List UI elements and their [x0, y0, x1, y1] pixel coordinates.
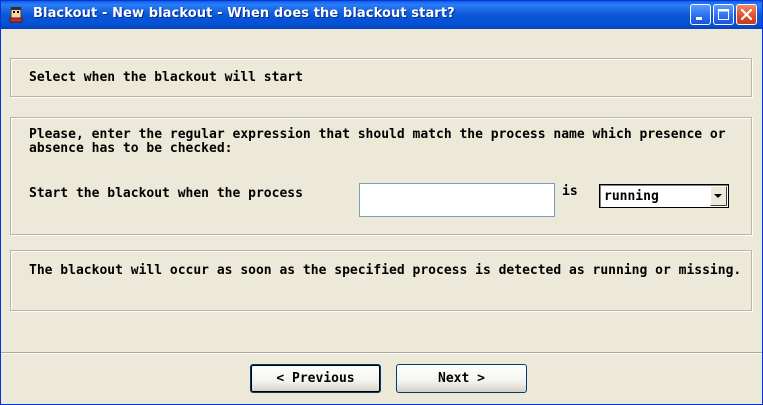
minimize-icon [696, 17, 702, 20]
window-title: Blackout - New blackout - When does the … [33, 6, 455, 21]
process-intro-text: Please, enter the regular expression tha… [29, 127, 726, 156]
process-panel: Please, enter the regular expression tha… [10, 117, 752, 235]
dropdown-button[interactable] [710, 186, 727, 206]
close-icon [740, 8, 753, 21]
footer-divider [1, 352, 762, 354]
close-button[interactable] [736, 4, 757, 25]
minimize-button[interactable] [690, 4, 711, 25]
process-state-value: running [604, 189, 659, 204]
start-process-label: Start the blackout when the process [29, 186, 303, 201]
blackout-app-icon [8, 7, 24, 23]
is-label: is [562, 184, 578, 199]
next-button[interactable]: Next > [396, 364, 527, 393]
header-text: Select when the blackout will start [29, 70, 303, 85]
process-regex-input[interactable] [359, 183, 555, 217]
note-panel: The blackout will occur as soon as the s… [10, 250, 752, 311]
blackout-wizard-window: Blackout - New blackout - When does the … [0, 0, 763, 405]
process-state-select[interactable]: running [599, 184, 729, 208]
maximize-icon [718, 9, 729, 20]
header-panel: Select when the blackout will start [10, 58, 752, 97]
maximize-button[interactable] [713, 4, 734, 25]
title-bar[interactable]: Blackout - New blackout - When does the … [1, 1, 762, 29]
previous-button[interactable]: < Previous [250, 364, 381, 393]
chevron-down-icon [714, 194, 722, 198]
note-text: The blackout will occur as soon as the s… [29, 263, 742, 278]
